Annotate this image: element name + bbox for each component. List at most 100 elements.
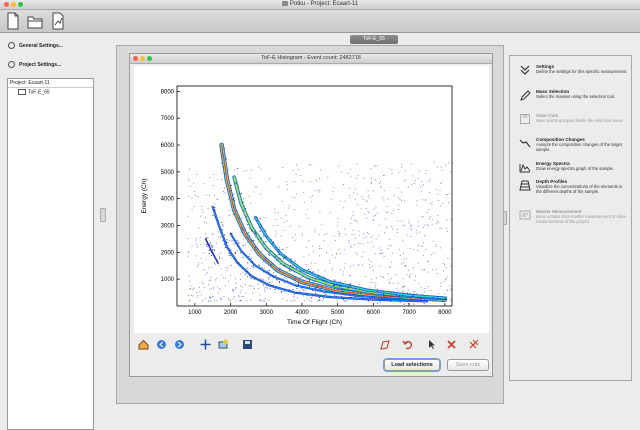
action-desc: Draw energy spectra graph of the sample. [536,166,614,171]
series-point [247,223,249,225]
noise-point [348,242,350,244]
noise-point [255,236,257,238]
series-point [288,269,290,271]
general-settings-button[interactable]: General Settings... [8,41,63,51]
noise-point [219,288,221,290]
new-project-icon[interactable] [5,12,21,30]
noise-point [431,223,433,225]
series-point [300,277,302,279]
noise-point [294,299,296,301]
series-point [342,297,344,299]
home-icon[interactable] [138,339,149,350]
action-energy-spectra[interactable]: Energy Spectra Draw energy spectra graph… [514,161,630,177]
open-document-icon[interactable] [50,12,66,30]
save-cuts-button[interactable]: Save cuts [447,359,489,371]
series-point [380,301,382,303]
noise-point [195,255,197,257]
noise-point [229,239,231,241]
load-selections-button[interactable]: Load selections [384,359,440,371]
minimize-window-button[interactable] [11,2,16,7]
zoom-icon[interactable] [218,339,229,350]
noise-point [421,181,423,183]
series-point [234,200,236,202]
noise-point [187,251,189,253]
action-settings[interactable]: Settings Define the settings for this sp… [514,64,630,82]
project-tree[interactable]: Project: Ecaart-11 ToF-E_65 [7,78,94,430]
series-point [209,249,211,251]
action-mass-selection[interactable]: Mass Selection Select the masses using t… [514,89,630,107]
series-point [303,269,305,271]
left-splitter-handle[interactable] [100,208,106,222]
noise-point [308,240,310,242]
delete-selection-icon[interactable] [446,339,457,350]
save-plot-icon[interactable] [242,339,253,350]
y-tick-label: 5000 [161,170,175,176]
series-point [282,278,284,280]
noise-point [204,269,206,271]
action-master-measurement[interactable]: Master Measurement Issue actions from ma… [514,209,630,231]
series-point [304,283,306,285]
noise-point [426,212,428,214]
noise-point [228,254,230,256]
noise-point [437,166,438,168]
noise-point [284,277,286,279]
forward-arrow-icon[interactable] [174,339,185,350]
noise-point [302,289,304,290]
x-tick-label: 4000 [295,310,309,316]
noise-point [425,200,427,201]
noise-point [375,179,377,181]
series-point [285,256,287,258]
series-point [381,298,383,300]
delete-all-selections-icon[interactable] [468,339,479,350]
undo-icon[interactable] [402,339,413,350]
action-save-cuts[interactable]: Save Cuts Save points grouped inside the… [514,113,630,131]
noise-point [321,300,323,302]
tree-item-tof-e-65[interactable]: ToF-E_65 [8,88,93,97]
open-folder-icon[interactable] [27,12,43,30]
noise-point [449,285,451,287]
noise-point [212,234,214,236]
tree-root[interactable]: Project: Ecaart-11 [8,79,93,88]
histogram-maximize-button[interactable] [147,56,152,61]
noise-point [421,190,423,192]
action-composition-changes[interactable]: Composition Changes Analyze the composit… [514,137,630,157]
noise-point [319,245,321,247]
pan-icon[interactable] [200,339,211,350]
series-point [384,299,386,301]
series-point [290,261,292,263]
selection-tool-icon[interactable] [380,339,391,350]
project-settings-button[interactable]: Project Settings... [8,60,61,70]
series-point [240,252,242,254]
noise-point [420,268,422,270]
noise-point [309,270,311,272]
noise-point [337,221,339,223]
noise-point [353,300,355,302]
series-point [294,279,296,281]
noise-point [367,242,369,244]
histogram-chart[interactable]: 1000 2000 3000 4000 5000 6000 7000 8000 1000 2000… [134,66,489,333]
noise-point [216,178,218,180]
noise-point [250,249,252,251]
back-arrow-icon[interactable] [156,339,167,350]
series-point [234,182,236,184]
pointer-icon[interactable] [426,339,437,350]
series-point [272,277,274,279]
series-point [275,274,277,276]
close-window-button[interactable] [4,2,9,7]
noise-point [386,205,388,207]
noise-point [417,221,419,223]
noise-point [416,204,418,206]
maximize-window-button[interactable] [18,2,23,7]
noise-point [423,242,425,244]
series-point [269,284,271,286]
histogram-minimize-button[interactable] [140,56,145,61]
histogram-plot[interactable]: 1000 2000 3000 4000 5000 6000 7000 8000 1000 2000… [134,66,489,333]
series-point [230,249,232,251]
action-depth-profiles[interactable]: Depth Profiles Visualize the concentrati… [514,179,630,205]
noise-point [372,269,374,271]
noise-point [450,289,452,291]
noise-point [379,275,381,277]
tab-tof-e-65[interactable]: ToF-E_65 [350,35,398,44]
histogram-close-button[interactable] [133,56,138,61]
noise-point [275,230,277,232]
